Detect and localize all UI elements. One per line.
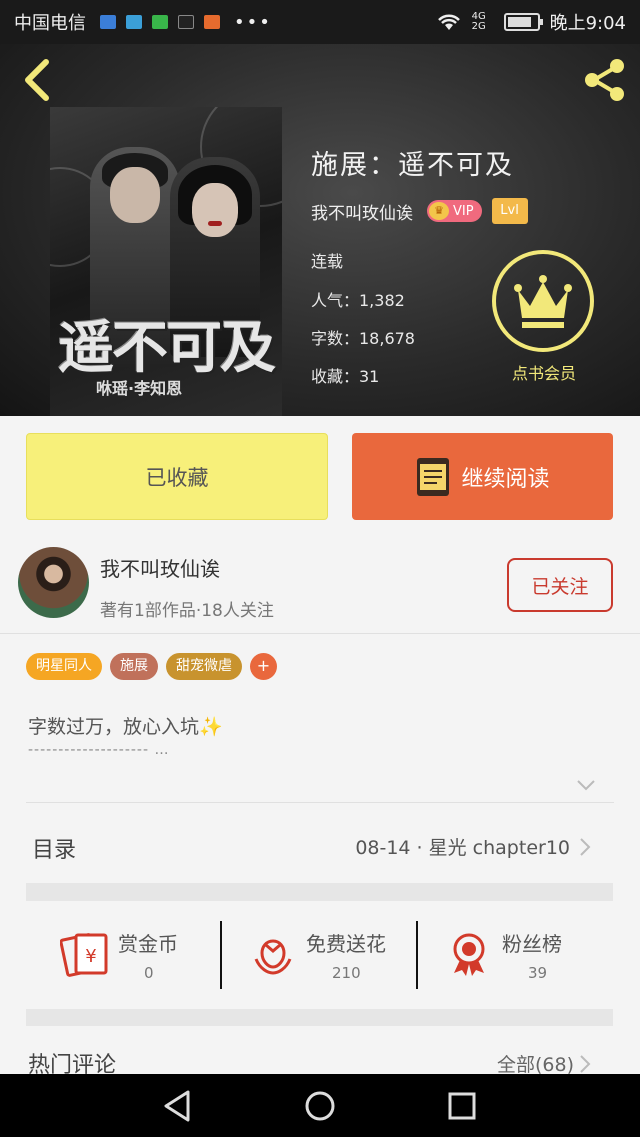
tag[interactable]: 明星同人 bbox=[26, 653, 102, 680]
serial-status: 连载 bbox=[311, 252, 344, 271]
notification-icon bbox=[204, 15, 220, 29]
chevron-left-icon[interactable] bbox=[18, 58, 58, 102]
carrier-label: 中国电信 bbox=[14, 13, 86, 34]
catalog-row[interactable]: 目录 08-14 · 星光 chapter10 bbox=[0, 803, 640, 883]
avatar[interactable] bbox=[18, 547, 89, 618]
status-bar: 中国电信 ••• 4G 2G 晚上9:04 bbox=[0, 0, 640, 44]
network-label: 4G 2G bbox=[471, 11, 486, 32]
reward-coins-button[interactable]: ¥ 赏金币 0 bbox=[40, 901, 220, 1009]
author-name[interactable]: 我不叫玫仙诶 bbox=[311, 199, 413, 224]
recents-square-icon[interactable] bbox=[444, 1088, 480, 1124]
add-tag-button[interactable]: + bbox=[250, 653, 277, 680]
divider bbox=[220, 921, 222, 989]
chevron-right-icon[interactable] bbox=[578, 1054, 592, 1074]
cover-subtitle: 咻瑶·李知恩 bbox=[96, 379, 183, 398]
member-button[interactable]: 点书会员 bbox=[492, 250, 596, 384]
support-value: 210 bbox=[332, 964, 361, 982]
author-line: 我不叫玫仙诶 ♛ VIP Lvl bbox=[311, 198, 528, 224]
intro-divider: -------------------- … bbox=[28, 742, 170, 758]
author-row: 我不叫玫仙诶 著有1部作品·18人关注 已关注 bbox=[0, 534, 640, 634]
system-navigation-bar bbox=[0, 1074, 640, 1137]
cover-title: 遥不可及 bbox=[58, 315, 276, 381]
book-intro: 字数过万，放心入坑✨ bbox=[28, 716, 223, 738]
tag-list: 明星同人 施展 甜宠微虐 + bbox=[26, 653, 277, 680]
tag[interactable]: 施展 bbox=[110, 653, 158, 680]
action-bar: 已收藏 继续阅读 bbox=[0, 416, 640, 534]
flower-icon bbox=[254, 939, 292, 975]
collected-button[interactable]: 已收藏 bbox=[26, 433, 328, 520]
home-circle-icon[interactable] bbox=[302, 1088, 338, 1124]
support-bar: ¥ 赏金币 0 免费送花 210 粉丝榜 39 bbox=[0, 901, 640, 1009]
battery-icon bbox=[503, 13, 543, 31]
all-comments-link[interactable]: 全部(68) bbox=[497, 1050, 574, 1077]
back-triangle-icon[interactable] bbox=[160, 1088, 196, 1124]
section-divider bbox=[26, 883, 613, 901]
latest-chapter: 08-14 · 星光 chapter10 bbox=[355, 837, 570, 859]
wifi-icon bbox=[437, 14, 460, 30]
chevron-down-icon[interactable] bbox=[576, 778, 596, 792]
divider bbox=[416, 921, 418, 989]
section-divider bbox=[26, 1009, 613, 1026]
share-icon[interactable] bbox=[580, 56, 628, 104]
follow-button[interactable]: 已关注 bbox=[507, 558, 613, 612]
notification-icon bbox=[126, 15, 142, 29]
member-label: 点书会员 bbox=[511, 364, 576, 383]
svg-text:¥: ¥ bbox=[85, 946, 96, 967]
red-envelope-icon: ¥ bbox=[60, 933, 108, 977]
popularity: 人气：1,382 bbox=[311, 291, 405, 310]
crown-icon bbox=[492, 250, 594, 352]
chevron-right-icon bbox=[580, 838, 591, 856]
medal-icon bbox=[453, 933, 485, 976]
support-title: 粉丝榜 bbox=[502, 932, 562, 956]
book-title: 施展：遥不可及 bbox=[311, 150, 514, 181]
support-title: 免费送花 bbox=[306, 932, 386, 956]
tag[interactable]: 甜宠微虐 bbox=[166, 653, 242, 680]
author-stats: 著有1部作品·18人关注 bbox=[100, 601, 274, 621]
book-cover[interactable]: 遥不可及 咻瑶·李知恩 bbox=[50, 107, 282, 417]
author-name[interactable]: 我不叫玫仙诶 bbox=[100, 553, 220, 582]
support-title: 赏金币 bbox=[118, 932, 178, 956]
continue-reading-label: 继续阅读 bbox=[461, 466, 550, 492]
level-badge: Lvl bbox=[491, 198, 528, 224]
crown-icon: ♛ bbox=[429, 202, 449, 220]
support-value: 39 bbox=[528, 964, 548, 982]
catalog-label: 目录 bbox=[32, 838, 77, 863]
more-notifications-icon: ••• bbox=[234, 11, 272, 33]
word-count: 字数：18,678 bbox=[311, 329, 415, 348]
support-value: 0 bbox=[144, 964, 154, 982]
favorites-count: 收藏：31 bbox=[311, 367, 380, 386]
notification-icon bbox=[152, 15, 168, 29]
fan-ranking-button[interactable]: 粉丝榜 39 bbox=[424, 901, 614, 1009]
send-flower-button[interactable]: 免费送花 210 bbox=[228, 901, 416, 1009]
book-icon bbox=[417, 457, 450, 496]
book-header: 遥不可及 咻瑶·李知恩 施展：遥不可及 我不叫玫仙诶 ♛ VIP Lvl 连载 人… bbox=[0, 44, 640, 417]
continue-reading-button[interactable]: 继续阅读 bbox=[352, 433, 613, 520]
notification-icon bbox=[100, 15, 116, 29]
clock: 晚上9:04 bbox=[549, 13, 626, 34]
vip-badge: ♛ VIP bbox=[427, 200, 482, 222]
notification-icon bbox=[178, 15, 194, 29]
